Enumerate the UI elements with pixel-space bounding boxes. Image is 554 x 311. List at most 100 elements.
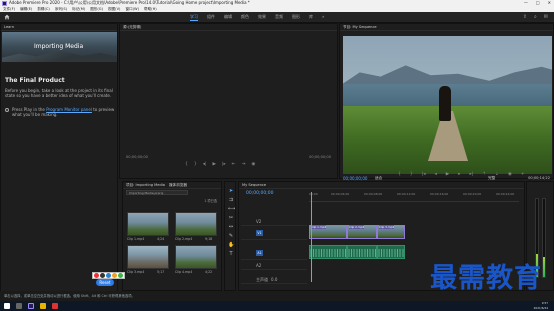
tab-editing[interactable]: 编辑	[224, 14, 232, 21]
hero-title: Importing Media	[34, 43, 84, 50]
ruler-tick: 00;00;16;00	[430, 192, 449, 196]
menu-help[interactable]: 帮助(H)	[144, 7, 157, 12]
menu-markers[interactable]: 标记(M)	[72, 7, 85, 12]
tab-effects[interactable]: 效果	[258, 14, 266, 21]
program-video-frame[interactable]	[343, 36, 552, 174]
clip-name-2: Clip 2.mp4	[175, 237, 193, 241]
start-icon[interactable]	[4, 303, 10, 309]
hand-tool-icon[interactable]: ✋	[228, 242, 234, 248]
workspace-more-button[interactable]: »	[322, 14, 324, 21]
ripple-edit-tool-icon[interactable]: ⟷	[228, 206, 235, 212]
reset-button[interactable]: Reset	[96, 279, 114, 286]
tab-audio[interactable]: 音频	[275, 14, 283, 21]
lift-icon[interactable]: ⇡	[482, 172, 486, 177]
menu-edit[interactable]: 编辑(E)	[20, 7, 32, 12]
watermark-text: 最需教育	[430, 263, 542, 294]
pen-tool-icon[interactable]: ✎	[228, 233, 234, 239]
close-button[interactable]: ✕	[548, 0, 551, 5]
timeline-ruler[interactable]: 00;00 00;00;04;00 00;00;08;00 00;00;12;0…	[309, 192, 519, 202]
tab-color[interactable]: 颜色	[241, 14, 249, 21]
video-clip-3[interactable]: Clip 3.mp4	[377, 225, 405, 239]
mark-in-icon[interactable]: {	[398, 172, 401, 177]
learn-panel-label[interactable]: Learn	[4, 25, 14, 29]
clip-thumbnail-2[interactable]	[175, 212, 217, 236]
insert-icon[interactable]: ⇤	[232, 162, 236, 167]
export-frame-icon[interactable]: ◉	[508, 172, 512, 177]
ime-skin-icon[interactable]	[112, 273, 117, 278]
audio-clip-3[interactable]	[377, 245, 405, 259]
tab-libraries[interactable]: 库	[309, 14, 313, 21]
extract-icon[interactable]: ⇣	[495, 172, 499, 177]
playhead[interactable]	[311, 192, 312, 282]
tab-learning[interactable]: 学习	[190, 14, 198, 21]
clock-date: 2021/6/24	[533, 305, 548, 310]
camera-icon[interactable]: ◉	[251, 162, 255, 167]
search-icon[interactable]: ⌕	[534, 14, 537, 20]
app-icon[interactable]	[52, 303, 58, 309]
mark-out-icon[interactable]: }	[194, 162, 197, 167]
menu-view[interactable]: 视图(V)	[108, 7, 120, 12]
source-timecode-out: 00;00;00;00	[309, 155, 331, 159]
sequence-tab[interactable]: My Sequence	[242, 183, 266, 187]
step-back-icon[interactable]: ◂	[435, 172, 437, 177]
folder-icon[interactable]	[40, 303, 46, 309]
go-to-out-icon[interactable]: ▸|	[470, 172, 474, 177]
slip-tool-icon[interactable]: ↔	[228, 224, 234, 230]
video-clip-2[interactable]: Clip 2.mp4	[347, 225, 377, 239]
audio-clip-1[interactable]	[309, 245, 347, 259]
audio-clip-2[interactable]	[347, 245, 377, 259]
share-icon[interactable]: ⇪	[523, 14, 527, 20]
razor-tool-icon[interactable]: ✂	[228, 215, 234, 221]
tab-assembly[interactable]: 组件	[207, 14, 215, 21]
button-editor-icon[interactable]: +	[521, 172, 525, 177]
video-clip-1[interactable]: Clip 1.mp4	[309, 225, 347, 239]
type-tool-icon[interactable]: T	[228, 251, 234, 257]
menu-clip[interactable]: 剪辑(C)	[37, 7, 50, 12]
clip-thumbnail-4[interactable]	[175, 245, 217, 269]
premiere-taskbar-icon[interactable]	[28, 303, 34, 309]
notification-icon[interactable]: ✉	[544, 14, 548, 20]
ime-tools-icon[interactable]	[118, 273, 123, 278]
menu-sequence[interactable]: 序列(S)	[55, 7, 67, 12]
step-forward-icon[interactable]: |▸	[222, 162, 226, 167]
ime-toolbar[interactable]	[92, 272, 125, 279]
track-target-v1[interactable]: V1	[256, 229, 263, 236]
track-name-a2: A2	[256, 263, 262, 268]
project-search-input[interactable]: Importing Media.prproj	[126, 190, 188, 195]
selection-tool-icon[interactable]: ➤	[228, 188, 234, 194]
menu-window[interactable]: 窗口(W)	[125, 7, 139, 12]
clip-name-4: Clip 4.mp4	[175, 270, 193, 274]
program-monitor-tab[interactable]: 节目: My Sequence	[343, 25, 377, 30]
play-icon[interactable]: ▶	[446, 172, 449, 177]
search-taskbar-icon[interactable]	[16, 303, 22, 309]
menu-graphics[interactable]: 图形(G)	[90, 7, 103, 12]
tab-graphics[interactable]: 图形	[292, 14, 300, 21]
play-icon[interactable]: ▶	[213, 162, 216, 167]
mark-out-icon[interactable]: }	[410, 172, 413, 177]
source-monitor-header: 源:(无剪辑)	[120, 24, 337, 31]
clip-name-1: Clip 1.mp4	[127, 237, 145, 241]
minimize-button[interactable]: —	[524, 0, 528, 5]
ime-mode-icon[interactable]	[100, 273, 105, 278]
menu-file[interactable]: 文件(F)	[3, 7, 15, 12]
clip-label: Clip 1.mp4	[311, 225, 327, 229]
step-forward-icon[interactable]: ▸	[458, 172, 460, 177]
maximize-button[interactable]: □	[536, 0, 540, 5]
ime-logo-icon[interactable]	[94, 273, 99, 278]
ime-punct-icon[interactable]	[106, 273, 111, 278]
source-monitor-tab[interactable]: 源:(无剪辑)	[123, 25, 141, 30]
go-to-in-icon[interactable]: |◂	[422, 172, 426, 177]
clip-thumbnail-3[interactable]	[127, 245, 169, 269]
step-checkbox-icon[interactable]	[5, 108, 9, 112]
program-monitor-panel: 节目: My Sequence 00;00;00;00 适合 完整 00;00;…	[339, 23, 554, 181]
track-select-tool-icon[interactable]: ⇉	[228, 197, 234, 203]
mark-in-icon[interactable]: {	[185, 162, 188, 167]
track-target-a1[interactable]: A1	[256, 249, 263, 256]
overwrite-icon[interactable]: ⇥	[242, 162, 246, 167]
project-tab[interactable]: 项目: Importing Media	[126, 183, 165, 188]
media-browser-tab[interactable]: 媒体浏览器	[169, 183, 187, 188]
step-back-icon[interactable]: ◂|	[203, 162, 207, 167]
home-icon[interactable]	[4, 14, 10, 20]
timeline-timecode[interactable]: 00;00;00;00	[246, 191, 273, 196]
clip-thumbnail-1[interactable]	[127, 212, 169, 236]
